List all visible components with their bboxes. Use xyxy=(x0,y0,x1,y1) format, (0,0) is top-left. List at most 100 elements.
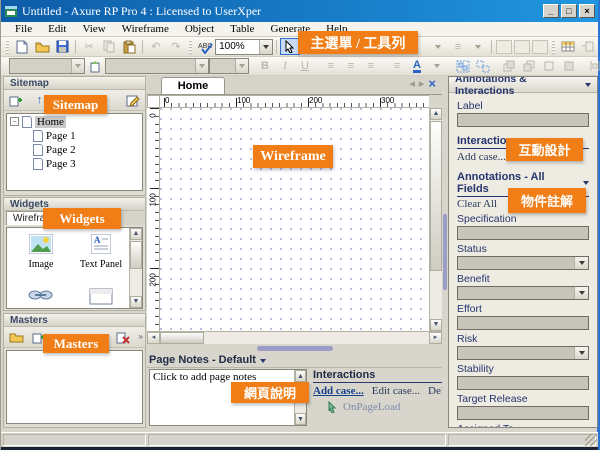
send-backward-button[interactable] xyxy=(559,58,579,75)
font-combo[interactable] xyxy=(9,58,85,74)
menu-wireframe[interactable]: Wireframe xyxy=(114,23,177,35)
table-icon[interactable] xyxy=(558,38,578,55)
scroll-down-icon[interactable]: ▼ xyxy=(430,319,442,331)
italic-button[interactable]: I xyxy=(275,58,295,75)
annotations-panel-header[interactable]: Annotations & Interactions xyxy=(449,77,597,93)
chevron-down-icon[interactable] xyxy=(259,40,272,54)
menu-view[interactable]: View xyxy=(74,23,113,35)
text-align-left-button[interactable]: ≡ xyxy=(321,58,341,75)
open-master-folder-icon[interactable] xyxy=(8,330,25,345)
align-center-button[interactable] xyxy=(514,40,530,54)
save-icon[interactable] xyxy=(52,38,72,55)
tree-node-label[interactable]: Home xyxy=(35,116,66,128)
menu-edit[interactable]: Edit xyxy=(40,23,74,35)
style-updater-icon[interactable] xyxy=(85,58,105,75)
open-icon[interactable] xyxy=(32,38,52,55)
chevron-down-icon[interactable] xyxy=(260,359,266,363)
style-combo[interactable] xyxy=(105,58,209,74)
pointer-tool-button[interactable] xyxy=(280,38,300,55)
group-button[interactable] xyxy=(453,58,473,75)
paste-icon[interactable] xyxy=(119,38,139,55)
font-color-button[interactable]: A xyxy=(407,58,427,75)
close-tab-icon[interactable]: × xyxy=(428,76,436,91)
tree-node-page2[interactable]: Page 2 xyxy=(7,143,142,156)
effort-input[interactable] xyxy=(457,316,589,330)
label-input[interactable] xyxy=(457,113,589,127)
scroll-up-icon[interactable]: ▲ xyxy=(130,228,142,240)
scrollbar-thumb[interactable] xyxy=(430,121,442,271)
tab-home[interactable]: Home xyxy=(161,77,225,94)
spellcheck-icon[interactable]: ABC xyxy=(195,38,215,55)
splitter-grip[interactable] xyxy=(257,346,333,351)
text-align-center-button[interactable]: ≡ xyxy=(341,58,361,75)
collapse-icon[interactable]: − xyxy=(10,117,19,126)
scroll-left-icon[interactable]: ◂ xyxy=(147,332,160,344)
chevron-down-icon[interactable] xyxy=(574,287,588,299)
benefit-select[interactable] xyxy=(457,286,589,300)
chevron-down-icon[interactable] xyxy=(574,347,588,359)
maximize-icon[interactable]: □ xyxy=(561,4,577,18)
toolbar-grip[interactable] xyxy=(189,40,192,54)
chevron-down-icon[interactable] xyxy=(71,59,84,73)
scroll-right-icon[interactable]: ▸ xyxy=(429,332,442,344)
chevron-down-icon[interactable] xyxy=(583,181,589,185)
tree-node-page3[interactable]: Page 3 xyxy=(7,157,142,170)
status-select[interactable] xyxy=(457,256,589,270)
risk-select[interactable] xyxy=(457,346,589,360)
close-icon[interactable]: × xyxy=(579,4,595,18)
target-release-input[interactable] xyxy=(457,406,589,420)
menu-file[interactable]: File xyxy=(7,23,40,35)
tree-node-label[interactable]: Page 1 xyxy=(46,130,76,142)
specification-input[interactable] xyxy=(457,226,589,240)
copy-icon[interactable] xyxy=(99,38,119,55)
line-style-dropdown[interactable]: ≡ xyxy=(448,38,468,55)
delete-case-link[interactable]: Delete case... xyxy=(428,385,442,397)
tree-node-label[interactable]: Page 2 xyxy=(46,144,76,156)
border-style-dropdown[interactable] xyxy=(428,38,448,55)
bring-front-button[interactable] xyxy=(499,58,519,75)
horizontal-splitter[interactable] xyxy=(147,344,442,353)
distribute-h-button[interactable] xyxy=(585,58,600,75)
new-icon[interactable] xyxy=(12,38,32,55)
masters-list[interactable] xyxy=(6,350,143,424)
chevron-down-icon[interactable] xyxy=(585,83,591,87)
add-case-link[interactable]: Add case... xyxy=(457,151,506,163)
align-left-button[interactable] xyxy=(496,40,512,54)
minimize-icon[interactable]: _ xyxy=(543,4,559,18)
tree-node-page1[interactable]: Page 1 xyxy=(7,129,142,142)
canvas-horizontal-scrollbar[interactable]: ◂ ▸ xyxy=(147,331,442,344)
widget-rectangle[interactable]: Rectangle xyxy=(73,288,129,309)
bring-forward-button[interactable] xyxy=(539,58,559,75)
ungroup-button[interactable] xyxy=(473,58,493,75)
scroll-up-icon[interactable]: ▲ xyxy=(295,370,306,382)
chevron-down-icon[interactable] xyxy=(574,257,588,269)
scroll-down-icon[interactable]: ▼ xyxy=(295,413,306,425)
stability-input[interactable] xyxy=(457,376,589,390)
onpageload-event[interactable]: OnPageLoad xyxy=(327,401,442,413)
text-align-right-button[interactable]: ≡ xyxy=(361,58,381,75)
add-page-icon[interactable] xyxy=(8,93,25,108)
bold-button[interactable]: B xyxy=(255,58,275,75)
edit-case-link[interactable]: Edit case... xyxy=(372,385,420,397)
scroll-up-icon[interactable]: ▲ xyxy=(430,108,442,120)
page-notes-header[interactable]: Page Notes - Default xyxy=(147,353,442,368)
canvas-vertical-scrollbar[interactable]: ▲ ▼ xyxy=(429,108,442,331)
undo-icon[interactable]: ↶ xyxy=(146,38,166,55)
scrollbar-thumb[interactable] xyxy=(160,332,204,344)
delete-master-icon[interactable] xyxy=(114,330,131,345)
scroll-down-icon[interactable]: ▼ xyxy=(130,296,142,308)
font-color-dropdown[interactable] xyxy=(427,58,447,75)
underline-button[interactable]: U xyxy=(295,58,315,75)
toolbar-grip[interactable] xyxy=(552,40,555,54)
send-back-button[interactable] xyxy=(519,58,539,75)
add-case-link[interactable]: Add case... xyxy=(313,385,364,397)
nav-forward-icon[interactable]: ▸ xyxy=(419,77,425,90)
chevron-down-icon[interactable] xyxy=(235,59,248,73)
insert-column-icon[interactable] xyxy=(578,38,598,55)
arrow-style-dropdown[interactable] xyxy=(468,38,488,55)
wireframe-canvas[interactable] xyxy=(160,108,429,331)
widgets-scrollbar[interactable]: ▲ ▼ xyxy=(129,228,142,308)
widget-text-panel[interactable]: A Text Panel xyxy=(73,234,129,270)
splitter-grip[interactable] xyxy=(443,214,447,290)
tree-node-label[interactable]: Page 3 xyxy=(46,158,76,170)
